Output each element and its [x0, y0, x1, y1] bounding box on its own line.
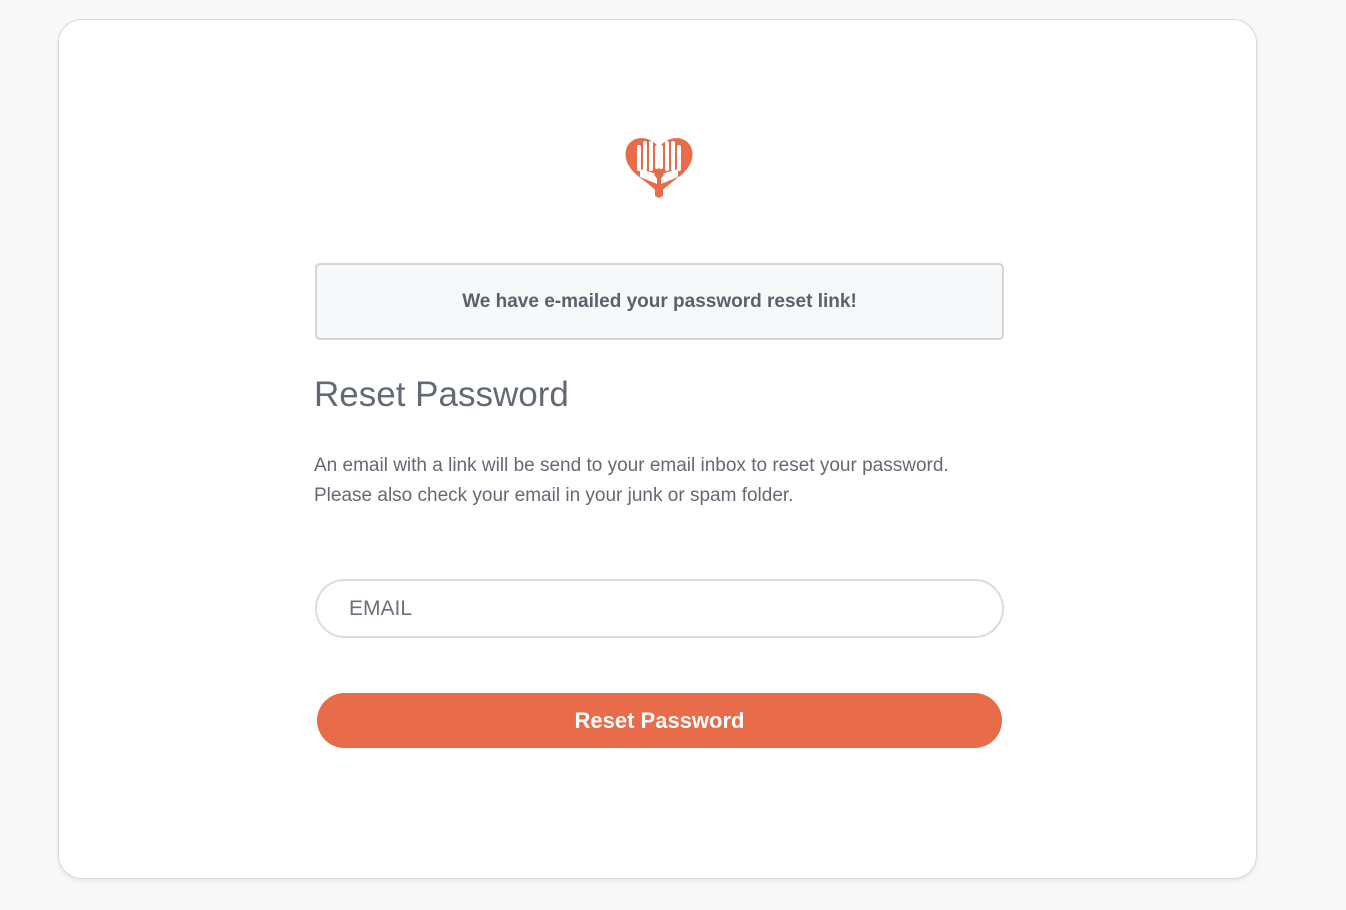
alert-message: We have e-mailed your password reset lin… [462, 290, 857, 312]
instructions-text: An email with a link will be send to you… [314, 451, 1034, 511]
reset-password-button[interactable]: Reset Password [317, 693, 1002, 748]
email-input[interactable] [315, 579, 1004, 638]
heart-hands-icon [621, 132, 697, 200]
instructions-line-1: An email with a link will be send to you… [314, 455, 949, 476]
success-alert: We have e-mailed your password reset lin… [315, 263, 1004, 340]
instructions-line-2: Please also check your email in your jun… [314, 485, 794, 506]
page-title: Reset Password [314, 375, 569, 414]
reset-password-card: We have e-mailed your password reset lin… [58, 19, 1257, 879]
